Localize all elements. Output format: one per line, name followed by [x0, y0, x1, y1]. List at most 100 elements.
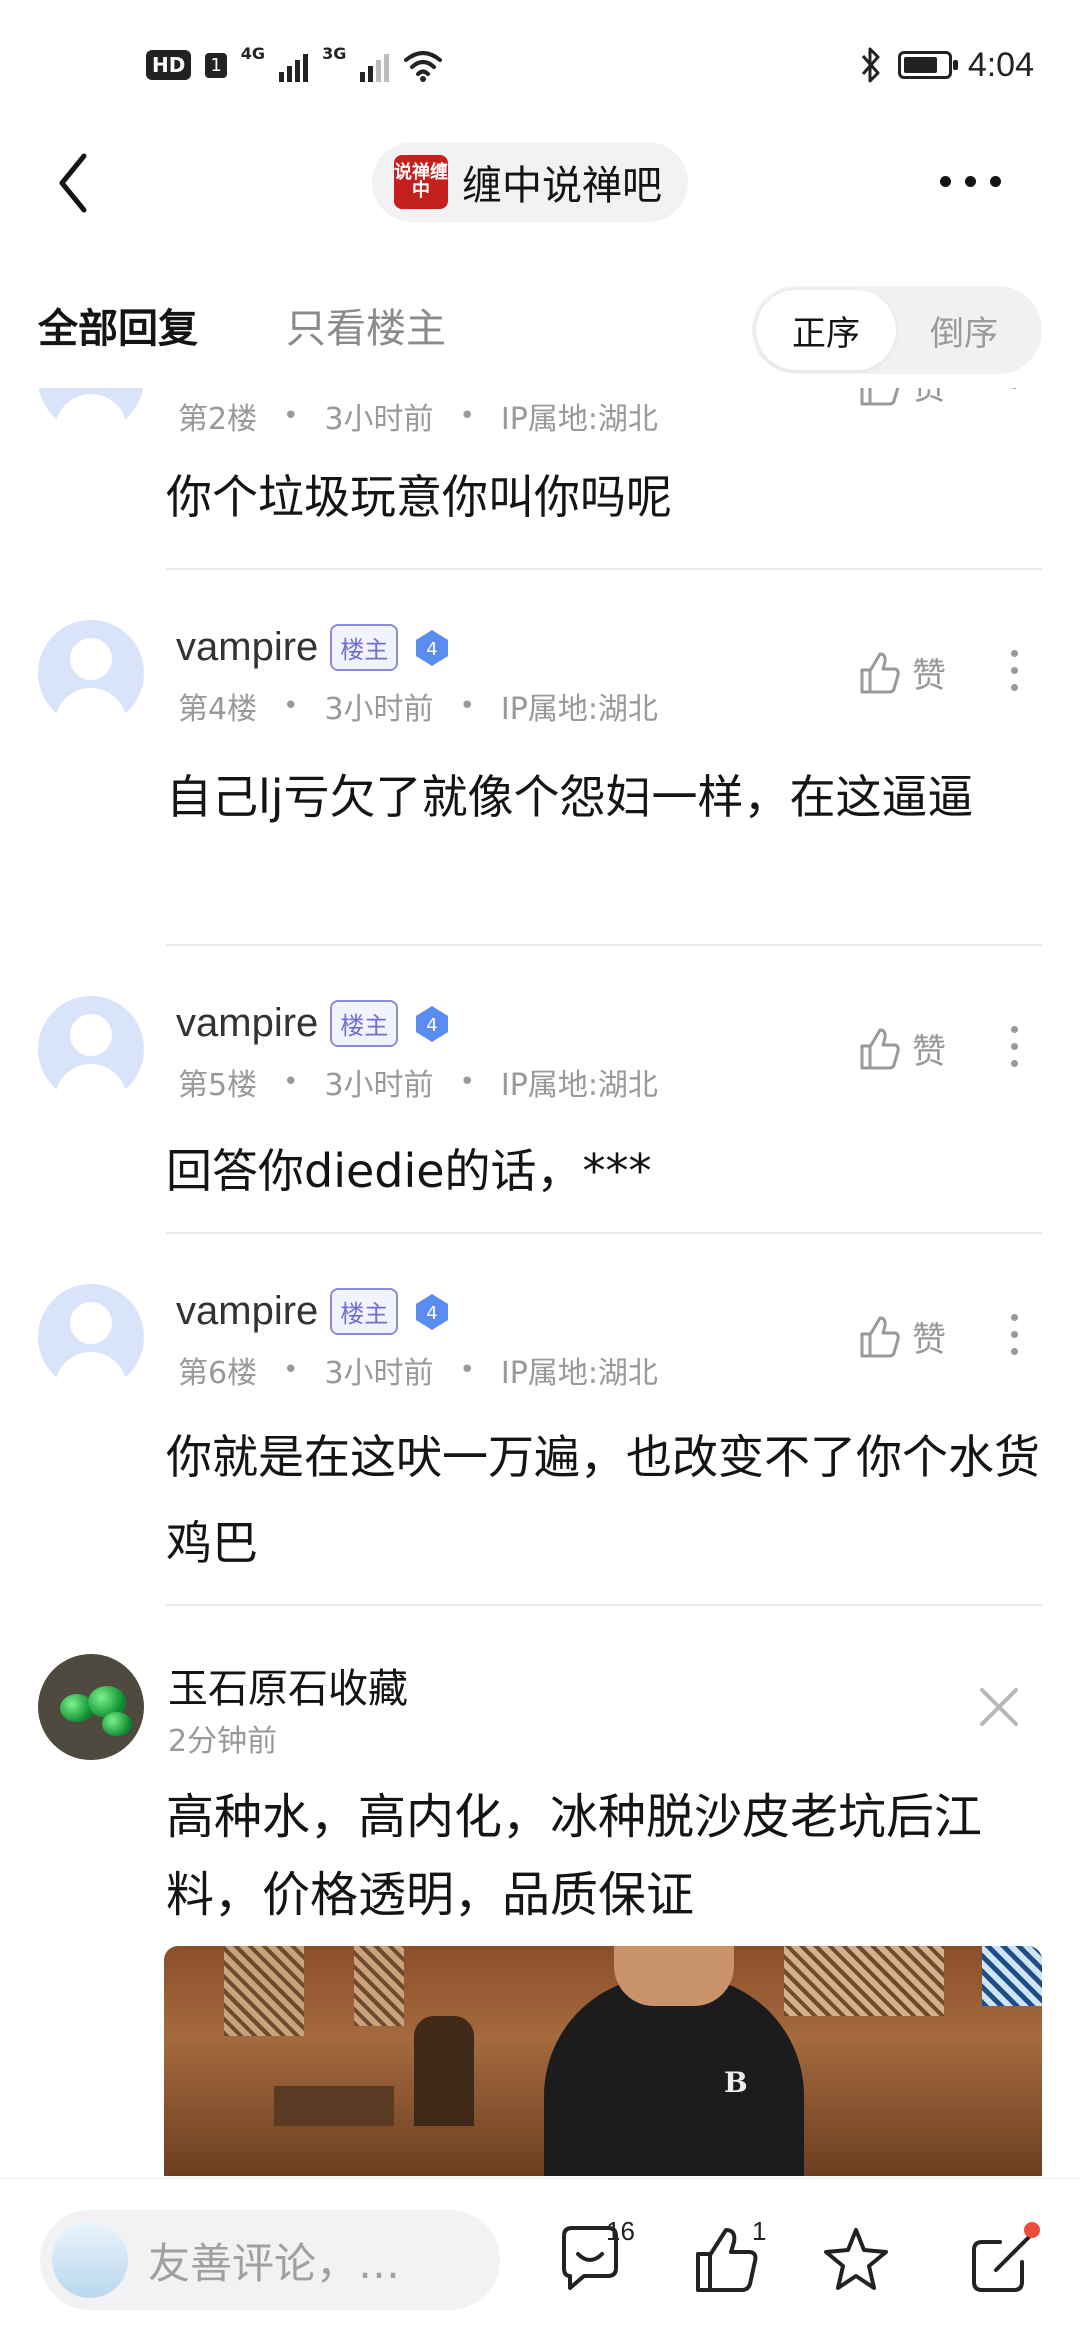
- post-content: 自己lj亏欠了就像个怨妇一样，在这逼逼: [166, 770, 974, 824]
- ad-account-name[interactable]: 玉石原石收藏: [168, 1656, 408, 1714]
- avatar[interactable]: [38, 388, 144, 432]
- post-author-row: vampire 楼主 4: [176, 1000, 454, 1047]
- post-menu-icon[interactable]: [1004, 1026, 1024, 1067]
- like-label: 赞: [912, 388, 946, 408]
- tab-all-replies[interactable]: 全部回复: [38, 296, 198, 354]
- comment-count: 16: [606, 2216, 635, 2246]
- sort-descending-button[interactable]: 倒序: [894, 290, 1034, 370]
- thumbs-up-icon: [860, 1028, 900, 1069]
- notification-dot: [1024, 2222, 1040, 2238]
- svg-text:4: 4: [427, 1303, 438, 1324]
- post-content: 你个垃圾玩意你叫你吗呢: [166, 470, 672, 524]
- op-badge: 楼主: [330, 1288, 399, 1335]
- more-options-icon[interactable]: [940, 166, 1010, 196]
- ip-location: IP属地:湖北: [500, 402, 658, 437]
- ad-video-thumbnail[interactable]: B: [164, 1946, 1042, 2176]
- person-figure: [544, 1976, 804, 2176]
- avatar[interactable]: [38, 996, 144, 1102]
- share-button[interactable]: [966, 2222, 1046, 2302]
- thumbs-up-icon: [860, 388, 900, 405]
- status-left: HD 1 4G 3G: [146, 44, 443, 86]
- post-menu-icon[interactable]: [1004, 1314, 1024, 1355]
- like-thread-button[interactable]: 1: [690, 2216, 790, 2302]
- post-menu-icon[interactable]: [1004, 388, 1024, 389]
- level-badge-icon: 4: [416, 1005, 449, 1042]
- post-time: 3小时前: [324, 1068, 434, 1103]
- hd-badge: HD: [146, 50, 192, 80]
- ad-text[interactable]: 高种水，高内化，冰种脱沙皮老坑后江料，价格透明，品质保证: [166, 1778, 1046, 1934]
- username[interactable]: vampire: [176, 625, 318, 670]
- like-button[interactable]: 赞: [856, 1312, 946, 1361]
- post-content: 回答你diedie的话，***: [166, 1144, 652, 1198]
- network-type-1: 4G: [240, 44, 266, 63]
- like-label: 赞: [912, 1032, 946, 1072]
- floor-number: 第5楼: [178, 1068, 258, 1103]
- username[interactable]: vampire: [176, 1001, 318, 1046]
- signal-icon: [360, 48, 390, 82]
- post-content: 你就是在这吠一万遍，也改变不了你个水货鸡巴: [166, 1430, 1040, 1570]
- divider: [166, 1232, 1042, 1234]
- forum-title-pill[interactable]: 说禅缠中 缠中说禅吧: [372, 142, 688, 222]
- like-label: 赞: [912, 1320, 946, 1360]
- thumbs-up-icon: [860, 652, 900, 693]
- avatar[interactable]: [38, 620, 144, 726]
- tab-op-only[interactable]: 只看楼主: [286, 296, 446, 354]
- floor-number: 第4楼: [178, 692, 258, 727]
- wifi-icon: [404, 51, 443, 82]
- shirt-logo: B: [724, 2066, 748, 2099]
- post-time: 3小时前: [324, 1356, 434, 1391]
- divider: [166, 944, 1042, 946]
- forum-logo: 说禅缠中: [394, 155, 448, 209]
- svg-text:4: 4: [427, 639, 438, 660]
- close-icon[interactable]: [976, 1684, 1022, 1730]
- clock: 4:04: [967, 45, 1034, 84]
- comment-input[interactable]: 友善评论，…: [40, 2210, 500, 2310]
- like-count: 1: [752, 2216, 767, 2246]
- star-icon[interactable]: [818, 2222, 894, 2298]
- level-badge-icon: 4: [416, 1293, 449, 1330]
- floor-number: 第6楼: [178, 1356, 258, 1391]
- op-badge: 楼主: [330, 624, 399, 671]
- post-meta: 第5楼 • 3小时前 • IP属地:湖北: [178, 1060, 658, 1104]
- post-author-row: vampire 楼主 4: [176, 1288, 454, 1335]
- back-arrow-icon[interactable]: [54, 148, 94, 218]
- svg-text:4: 4: [427, 1015, 438, 1036]
- battery-icon: [897, 51, 958, 79]
- network-type-2: 3G: [322, 44, 347, 63]
- comments-button[interactable]: 16: [554, 2216, 654, 2302]
- sim-indicator: 1: [205, 52, 227, 78]
- bluetooth-icon: [861, 47, 880, 83]
- post-time: 3小时前: [324, 692, 434, 727]
- post-time: 3小时前: [324, 402, 434, 437]
- post-menu-icon[interactable]: [1004, 650, 1024, 691]
- status-right: 4:04: [860, 40, 1034, 90]
- post-meta: 第4楼 • 3小时前 • IP属地:湖北: [178, 684, 658, 728]
- signal-icon: [279, 48, 309, 82]
- ad-avatar[interactable]: [38, 1654, 144, 1760]
- sort-toggle: 正序 倒序: [752, 286, 1042, 374]
- sort-ascending-button[interactable]: 正序: [756, 290, 896, 370]
- thumbs-up-icon: [860, 1316, 900, 1357]
- username[interactable]: vampire: [176, 1289, 318, 1334]
- like-label: 赞: [912, 656, 946, 696]
- status-bar: HD 1 4G 3G 4:04: [0, 0, 1080, 130]
- ip-location: IP属地:湖北: [500, 1068, 658, 1103]
- floor-number: 第2楼: [178, 402, 258, 437]
- ip-location: IP属地:湖北: [500, 1356, 658, 1391]
- like-button[interactable]: 赞: [856, 388, 946, 409]
- like-button[interactable]: 赞: [856, 648, 946, 697]
- divider: [166, 1604, 1042, 1606]
- ip-location: IP属地:湖北: [500, 692, 658, 727]
- forum-title: 缠中说禅吧: [462, 163, 662, 209]
- post-author-row: vampire 楼主 4: [176, 624, 454, 671]
- avatar[interactable]: [38, 1284, 144, 1390]
- level-badge-icon: 4: [416, 629, 449, 666]
- op-badge: 楼主: [330, 1000, 399, 1047]
- post-meta: 第2楼 • 3小时前 • IP属地:湖北: [178, 394, 658, 438]
- user-avatar: [52, 2222, 128, 2298]
- post-meta: 第6楼 • 3小时前 • IP属地:湖北: [178, 1348, 658, 1392]
- like-button[interactable]: 赞: [856, 1024, 946, 1073]
- comment-placeholder: 友善评论，…: [148, 2238, 401, 2288]
- divider: [166, 568, 1042, 570]
- ad-time: 2分钟前: [168, 1724, 278, 1759]
